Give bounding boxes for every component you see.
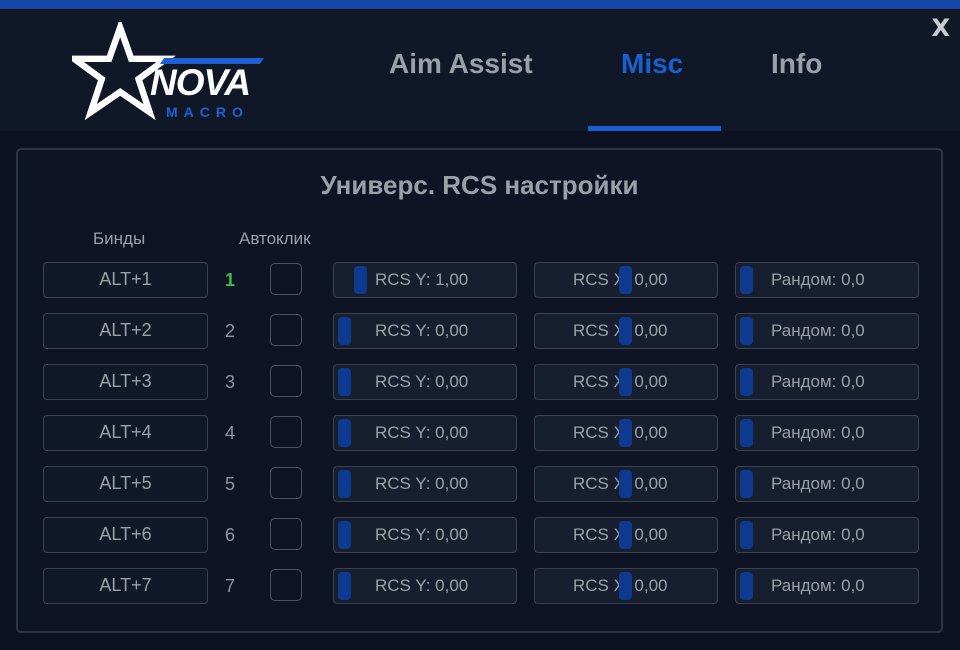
slider-handle[interactable] bbox=[338, 419, 351, 447]
bind-row: ALT+5 5 RCS Y: 0,00 RCS X: 0,00 Рандом: 0,0 bbox=[18, 466, 941, 502]
bind-key-button[interactable]: ALT+6 bbox=[43, 517, 208, 553]
slider-handle[interactable] bbox=[618, 572, 632, 600]
slider-value-label: Рандом: 0,0 bbox=[771, 321, 865, 340]
slider-value-label: RCS Y: 0,00 bbox=[375, 576, 469, 595]
bind-key-button[interactable]: ALT+7 bbox=[43, 568, 208, 604]
random-slider[interactable]: Рандом: 0,0 bbox=[735, 313, 919, 349]
random-slider[interactable]: Рандом: 0,0 bbox=[735, 262, 919, 298]
bind-key-button[interactable]: ALT+1 bbox=[43, 262, 208, 298]
rcs-x-slider[interactable]: RCS X: 0,00 bbox=[534, 364, 718, 400]
slider-value-label: RCS Y: 0,00 bbox=[375, 372, 469, 391]
row-index: 5 bbox=[225, 474, 236, 494]
bind-row: ALT+2 2 RCS Y: 0,00 RCS X: 0,00 Рандом: 0,0 bbox=[18, 313, 941, 349]
autoclick-checkbox[interactable] bbox=[270, 365, 302, 397]
row-index: 1 bbox=[225, 270, 236, 290]
bind-row: ALT+3 3 RCS Y: 0,00 RCS X: 0,00 Рандом: 0,0 bbox=[18, 364, 941, 400]
logo-subtitle: MACRO bbox=[166, 104, 249, 120]
bind-key-button[interactable]: ALT+4 bbox=[43, 415, 208, 451]
rcs-x-slider[interactable]: RCS X: 0,00 bbox=[534, 262, 718, 298]
tab-aim-assist[interactable]: Aim Assist bbox=[389, 48, 533, 80]
slider-handle[interactable] bbox=[740, 266, 753, 294]
rcs-x-slider[interactable]: RCS X: 0,00 bbox=[534, 415, 718, 451]
autoclick-checkbox[interactable] bbox=[270, 569, 302, 601]
rcs-y-slider[interactable]: RCS Y: 0,00 bbox=[333, 313, 517, 349]
row-index: 2 bbox=[225, 321, 236, 341]
rcs-settings-panel: Универс. RCS настройки Бинды Автоклик AL… bbox=[16, 148, 943, 633]
slider-handle[interactable] bbox=[338, 572, 351, 600]
slider-handle[interactable] bbox=[338, 470, 351, 498]
rcs-y-slider[interactable]: RCS Y: 0,00 bbox=[333, 517, 517, 553]
slider-handle[interactable] bbox=[618, 266, 632, 294]
window-top-bar bbox=[0, 0, 960, 9]
slider-handle[interactable] bbox=[740, 317, 753, 345]
slider-handle[interactable] bbox=[353, 266, 367, 294]
slider-value-label: Рандом: 0,0 bbox=[771, 423, 865, 442]
slider-value-label: Рандом: 0,0 bbox=[771, 474, 865, 493]
autoclick-checkbox[interactable] bbox=[270, 467, 302, 499]
bind-row: ALT+4 4 RCS Y: 0,00 RCS X: 0,00 Рандом: 0,0 bbox=[18, 415, 941, 451]
slider-handle[interactable] bbox=[740, 470, 753, 498]
rcs-y-slider[interactable]: RCS Y: 0,00 bbox=[333, 568, 517, 604]
slider-handle[interactable] bbox=[618, 521, 632, 549]
bind-key-button[interactable]: ALT+5 bbox=[43, 466, 208, 502]
autoclick-column-label: Автоклик bbox=[239, 229, 311, 248]
random-slider[interactable]: Рандом: 0,0 bbox=[735, 568, 919, 604]
slider-handle[interactable] bbox=[740, 572, 753, 600]
autoclick-checkbox[interactable] bbox=[270, 416, 302, 448]
slider-handle[interactable] bbox=[618, 368, 632, 396]
slider-handle[interactable] bbox=[338, 368, 351, 396]
autoclick-checkbox[interactable] bbox=[270, 518, 302, 550]
bind-row: ALT+7 7 RCS Y: 0,00 RCS X: 0,00 Рандом: 0,0 bbox=[18, 568, 941, 604]
rcs-y-slider[interactable]: RCS Y: 1,00 bbox=[333, 262, 517, 298]
slider-handle[interactable] bbox=[740, 419, 753, 447]
slider-value-label: RCS Y: 0,00 bbox=[375, 423, 469, 442]
slider-value-label: Рандом: 0,0 bbox=[771, 372, 865, 391]
slider-handle[interactable] bbox=[338, 317, 351, 345]
slider-value-label: RCS Y: 0,00 bbox=[375, 321, 469, 340]
slider-value-label: RCS Y: 0,00 bbox=[375, 525, 469, 544]
slider-handle[interactable] bbox=[618, 317, 632, 345]
close-button[interactable]: X bbox=[931, 14, 950, 42]
bind-row: ALT+6 6 RCS Y: 0,00 RCS X: 0,00 Рандом: 0,0 bbox=[18, 517, 941, 553]
slider-handle[interactable] bbox=[618, 470, 632, 498]
row-index: 6 bbox=[225, 525, 236, 545]
rcs-x-slider[interactable]: RCS X: 0,00 bbox=[534, 517, 718, 553]
logo: NOVA MACRO bbox=[72, 22, 272, 122]
slider-value-label: RCS Y: 1,00 bbox=[375, 270, 469, 289]
slider-value-label: Рандом: 0,0 bbox=[771, 576, 865, 595]
random-slider[interactable]: Рандом: 0,0 bbox=[735, 517, 919, 553]
slider-value-label: RCS Y: 0,00 bbox=[375, 474, 469, 493]
slider-handle[interactable] bbox=[618, 419, 632, 447]
row-index: 7 bbox=[225, 576, 236, 596]
row-index: 4 bbox=[225, 423, 236, 443]
tab-info[interactable]: Info bbox=[771, 48, 822, 80]
bind-key-button[interactable]: ALT+3 bbox=[43, 364, 208, 400]
panel-title: Универс. RCS настройки bbox=[320, 170, 639, 200]
autoclick-checkbox[interactable] bbox=[270, 263, 302, 295]
slider-handle[interactable] bbox=[740, 521, 753, 549]
binds-column-label: Бинды bbox=[93, 229, 146, 248]
random-slider[interactable]: Рандом: 0,0 bbox=[735, 364, 919, 400]
rcs-x-slider[interactable]: RCS X: 0,00 bbox=[534, 313, 718, 349]
rcs-y-slider[interactable]: RCS Y: 0,00 bbox=[333, 466, 517, 502]
slider-handle[interactable] bbox=[338, 521, 351, 549]
rcs-y-slider[interactable]: RCS Y: 0,00 bbox=[333, 364, 517, 400]
rcs-y-slider[interactable]: RCS Y: 0,00 bbox=[333, 415, 517, 451]
autoclick-checkbox[interactable] bbox=[270, 314, 302, 346]
slider-handle[interactable] bbox=[740, 368, 753, 396]
row-index: 3 bbox=[225, 372, 236, 392]
random-slider[interactable]: Рандом: 0,0 bbox=[735, 415, 919, 451]
random-slider[interactable]: Рандом: 0,0 bbox=[735, 466, 919, 502]
rcs-x-slider[interactable]: RCS X: 0,00 bbox=[534, 466, 718, 502]
slider-value-label: Рандом: 0,0 bbox=[771, 270, 865, 289]
bind-row: ALT+1 1 RCS Y: 1,00 RCS X: 0,00 Рандом: 0,0 bbox=[18, 262, 941, 298]
logo-name: NOVA bbox=[150, 62, 251, 103]
rcs-x-slider[interactable]: RCS X: 0,00 bbox=[534, 568, 718, 604]
bind-key-button[interactable]: ALT+2 bbox=[43, 313, 208, 349]
tab-misc[interactable]: Misc bbox=[621, 48, 683, 80]
slider-value-label: Рандом: 0,0 bbox=[771, 525, 865, 544]
active-tab-indicator bbox=[588, 126, 721, 131]
